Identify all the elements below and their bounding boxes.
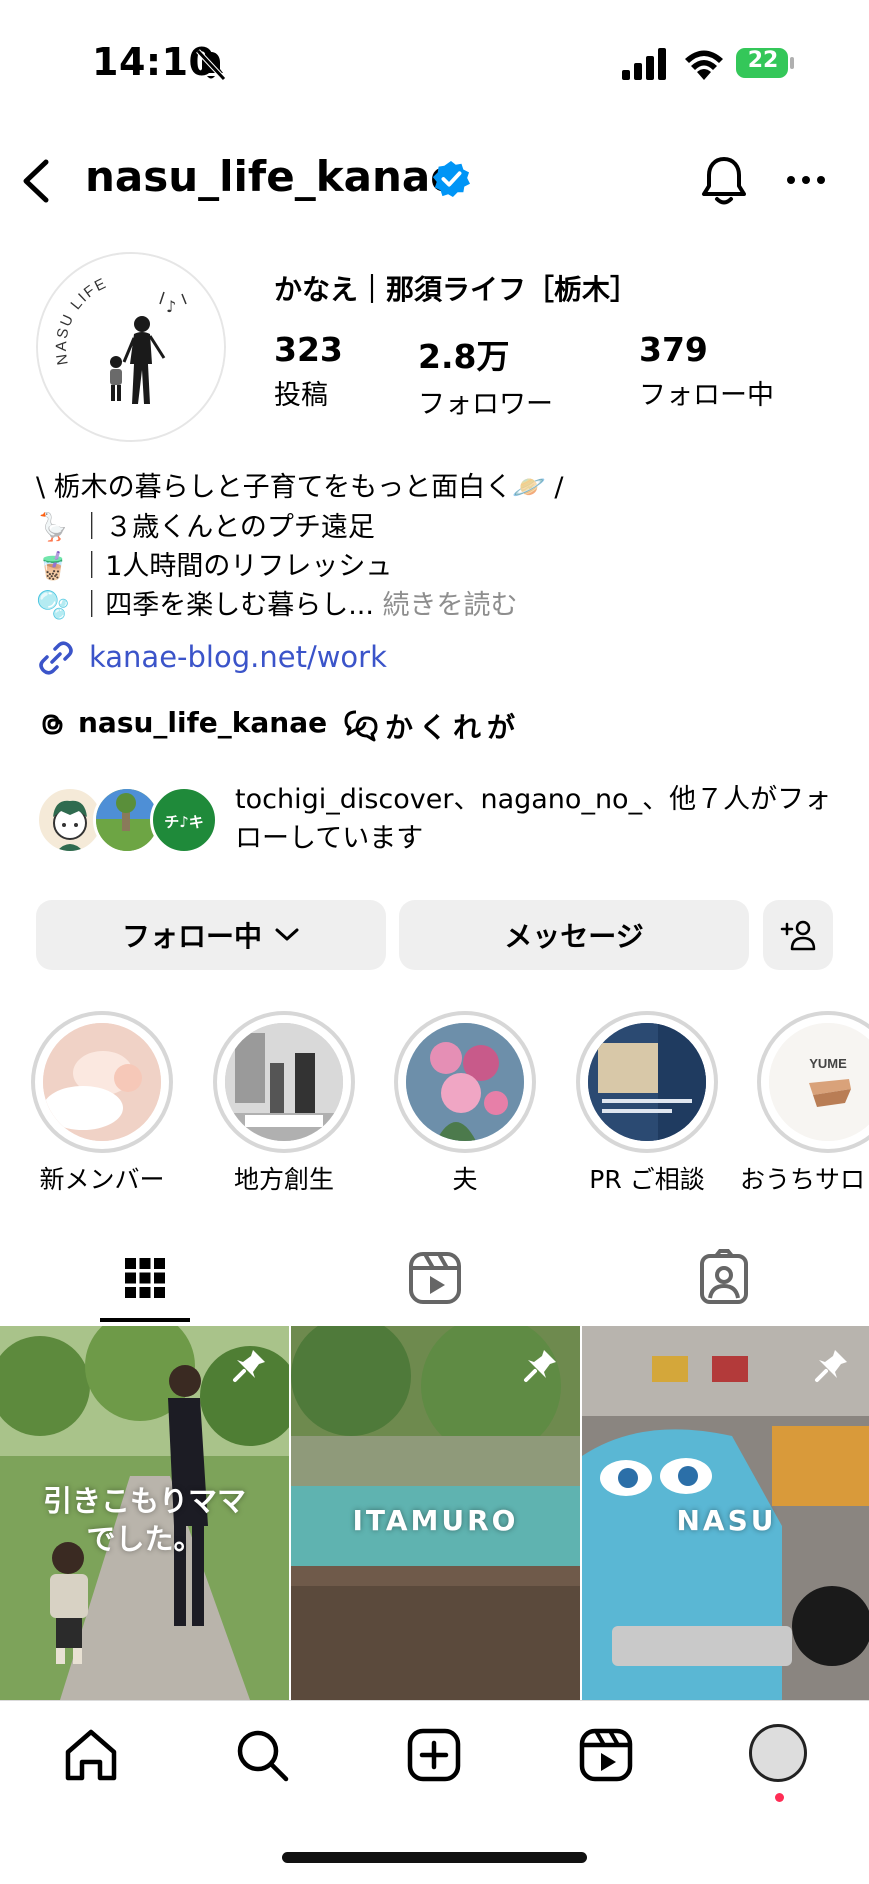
highlight-cover [406, 1023, 524, 1141]
add-user-icon [780, 920, 816, 951]
post-caption: NASU [676, 1504, 777, 1537]
grid-tab-icon[interactable] [115, 1248, 175, 1308]
followers-stat[interactable]: 2.8万 フォロワー [418, 330, 553, 421]
profile-link[interactable]: kanae-blog.net/work [89, 640, 387, 674]
post-caption: 引きこもりママ でした。 [42, 1484, 246, 1556]
notification-dot [775, 1793, 784, 1802]
pin-icon [233, 1350, 265, 1382]
highlight-photo [43, 1023, 161, 1141]
following-count: 379 [639, 330, 708, 369]
battery-level: 22 [747, 48, 779, 73]
avatar-illustration [53, 800, 87, 851]
profile-nav-avatar[interactable] [749, 1724, 807, 1782]
svg-text:YUME: YUME [809, 1056, 847, 1071]
profile-avatar[interactable]: NASU LIFE ♪ [36, 252, 226, 442]
svg-text:チ♪キ: チ♪キ [164, 813, 204, 831]
posts-stat[interactable]: 323 投稿 [274, 330, 343, 412]
more-options-icon[interactable] [786, 170, 826, 190]
create-post-icon[interactable] [405, 1726, 463, 1784]
mutual-follower-avatar[interactable]: チ♪キ [150, 786, 218, 854]
highlight-cover: YUME [769, 1023, 869, 1141]
message-button[interactable]: メッセージ [399, 900, 749, 970]
posts-count: 323 [274, 330, 343, 369]
bio-line: 🪿 ｜３歳くんとのプチ遠足 [36, 512, 375, 543]
display-name: かなえ｜那須ライフ［栃木］ [274, 273, 639, 306]
highlight-cover [225, 1023, 343, 1141]
search-icon[interactable] [233, 1726, 291, 1784]
highlight-photo [225, 1023, 343, 1141]
highlight-home-salon[interactable]: YUME [757, 1011, 869, 1153]
active-tab-indicator [100, 1318, 190, 1322]
post-tile[interactable]: ITAMURO [291, 1326, 580, 1700]
highlight-label: 夫 [452, 1165, 478, 1194]
highlight-label: 新メンバー [39, 1165, 165, 1194]
post-tile[interactable]: NASU [582, 1326, 869, 1700]
home-icon[interactable] [62, 1726, 120, 1784]
avatar-photo [96, 789, 158, 851]
chevron-down-icon [275, 928, 299, 941]
following-button[interactable]: フォロー中 [36, 900, 386, 970]
channel-name[interactable]: かくれが [385, 706, 521, 746]
suggested-users-button[interactable] [763, 900, 833, 970]
back-icon[interactable] [18, 158, 54, 204]
posts-label: 投稿 [274, 380, 328, 411]
highlight-cover [43, 1023, 161, 1141]
highlight-pr[interactable] [576, 1011, 718, 1153]
pin-icon [815, 1350, 847, 1382]
highlight-label: 地方創生 [233, 1165, 334, 1194]
following-stat[interactable]: 379 フォロー中 [639, 330, 774, 412]
link-icon [39, 641, 73, 675]
highlight-new-member[interactable] [31, 1011, 173, 1153]
svg-text:♪: ♪ [166, 297, 176, 316]
bio-line: 🧋 ｜1人時間のリフレッシュ [36, 551, 393, 582]
profile-username: nasu_life_kanae [85, 152, 459, 201]
reels-icon[interactable] [577, 1726, 635, 1784]
post-caption: ITAMURO [352, 1504, 519, 1537]
tagged-tab-icon[interactable] [694, 1248, 754, 1308]
following-label: フォロー中 [639, 380, 774, 411]
threads-icon[interactable] [36, 708, 68, 740]
highlight-label: おうちサロ [740, 1165, 866, 1194]
highlight-regional[interactable] [213, 1011, 355, 1153]
followers-label: フォロワー [418, 389, 553, 420]
wifi-icon [685, 50, 723, 80]
broadcast-channel-icon[interactable] [342, 708, 380, 742]
verified-badge-icon [432, 160, 470, 198]
bio-line: \ 栃木の暮らしと子育てをもっと面白く🪐 / [36, 472, 564, 503]
avatar-illustration: NASU LIFE ♪ [38, 254, 224, 440]
bio-line-last: 🫧 ｜四季を楽しむ暮らし... 続きを読む [36, 586, 836, 626]
bio-line-text: 🫧 ｜四季を楽しむ暮らし... [36, 590, 374, 621]
post-tile[interactable]: 引きこもりママ でした。 [0, 1326, 289, 1700]
highlight-logo: YUME [769, 1023, 869, 1141]
home-indicator [282, 1852, 587, 1863]
avatar-logo: チ♪キ [164, 813, 204, 831]
cellular-signal-icon [622, 48, 666, 80]
highlight-husband[interactable] [394, 1011, 536, 1153]
threads-handle[interactable]: nasu_life_kanae [78, 706, 327, 739]
notification-bell-icon[interactable] [700, 154, 748, 206]
highlight-label: PR ご相談 [589, 1165, 705, 1194]
followers-count: 2.8万 [418, 337, 510, 376]
highlight-cover [588, 1023, 706, 1141]
bio-read-more[interactable]: 続きを読む [383, 590, 518, 621]
following-button-label: フォロー中 [121, 920, 262, 953]
reels-tab-icon[interactable] [405, 1248, 465, 1308]
highlight-photo [588, 1023, 706, 1141]
message-button-label: メッセージ [504, 920, 644, 953]
bell-off-icon [196, 49, 226, 81]
followed-by-text[interactable]: tochigi_discover、nagano_no_、他７人がフォローしていま… [235, 780, 855, 858]
highlight-photo [406, 1023, 524, 1141]
pin-icon [524, 1350, 556, 1382]
